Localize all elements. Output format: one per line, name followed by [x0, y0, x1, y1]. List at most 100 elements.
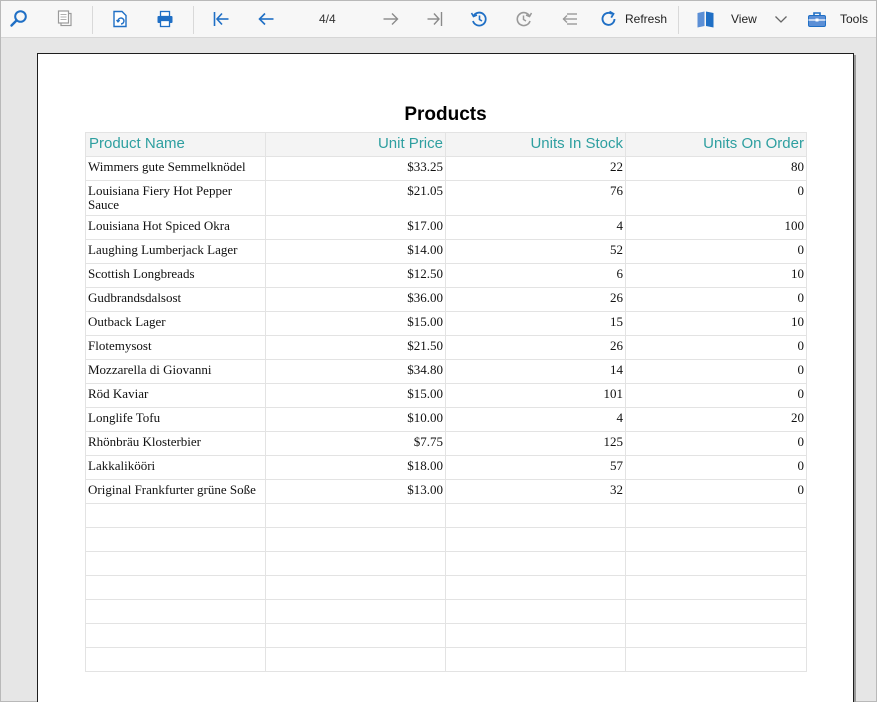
- units-on-order-cell: 0: [625, 455, 807, 480]
- previous-page-icon[interactable]: [252, 1, 280, 37]
- table-row: Louisiana Hot Spiced Okra $17.00 4 100: [85, 215, 807, 240]
- column-header-units-on-order: Units On Order: [625, 132, 807, 157]
- view-icon[interactable]: [692, 1, 720, 37]
- units-on-order-cell: 80: [625, 156, 807, 181]
- print-icon[interactable]: [151, 1, 179, 37]
- unit-price-cell: $34.80: [265, 359, 446, 384]
- unit-price-cell: $7.75: [265, 431, 446, 456]
- last-page-icon[interactable]: [421, 1, 449, 37]
- unit-price-cell: $13.00: [265, 479, 446, 504]
- product-name-cell: Gudbrandsdalsost: [85, 287, 266, 312]
- units-in-stock-cell: 4: [445, 215, 626, 240]
- units-on-order-cell: 20: [625, 407, 807, 432]
- table-row: Mozzarella di Giovanni $34.80 14 0: [85, 359, 807, 384]
- product-name-cell: Rhönbräu Klosterbier: [85, 431, 266, 456]
- empty-cell: [85, 599, 266, 624]
- empty-cell: [265, 623, 446, 648]
- refresh-button[interactable]: Refresh: [625, 1, 667, 37]
- units-in-stock-cell: 26: [445, 287, 626, 312]
- refresh-icon[interactable]: [597, 1, 621, 37]
- table-header-row: Product Name Unit Price Units In Stock U…: [85, 132, 807, 157]
- empty-table-row: [85, 551, 807, 576]
- empty-table-row: [85, 599, 807, 624]
- page-indicator[interactable]: 4/4: [319, 1, 336, 37]
- column-header-unit-price: Unit Price: [265, 132, 446, 157]
- product-name-cell: Louisiana Fiery Hot Pepper Sauce: [85, 180, 266, 216]
- empty-cell: [85, 575, 266, 600]
- table-row: Longlife Tofu $10.00 4 20: [85, 407, 807, 432]
- view-button[interactable]: View: [731, 1, 757, 37]
- empty-cell: [85, 551, 266, 576]
- empty-cell: [85, 503, 266, 528]
- pages-icon[interactable]: [51, 1, 79, 37]
- report-page: Products Product Name Unit Price Units I…: [37, 53, 854, 702]
- search-icon[interactable]: [5, 1, 33, 37]
- empty-table-row: [85, 575, 807, 600]
- units-on-order-cell: 0: [625, 359, 807, 384]
- product-name-cell: Longlife Tofu: [85, 407, 266, 432]
- product-name-cell: Röd Kaviar: [85, 383, 266, 408]
- column-header-units-in-stock: Units In Stock: [445, 132, 626, 157]
- history-forward-icon[interactable]: [510, 1, 538, 37]
- units-in-stock-cell: 76: [445, 180, 626, 216]
- parent-report-icon[interactable]: [556, 1, 584, 37]
- toolbar: 4/4 Refresh View Tools: [1, 1, 876, 38]
- empty-cell: [625, 647, 807, 672]
- table-row: Gudbrandsdalsost $36.00 26 0: [85, 287, 807, 312]
- empty-cell: [265, 599, 446, 624]
- units-on-order-cell: 0: [625, 335, 807, 360]
- unit-price-cell: $15.00: [265, 311, 446, 336]
- unit-price-cell: $12.50: [265, 263, 446, 288]
- units-on-order-cell: 10: [625, 311, 807, 336]
- chevron-down-icon[interactable]: [771, 1, 791, 37]
- units-in-stock-cell: 125: [445, 431, 626, 456]
- unit-price-cell: $17.00: [265, 215, 446, 240]
- products-table: Product Name Unit Price Units In Stock U…: [85, 132, 807, 672]
- units-on-order-cell: 10: [625, 263, 807, 288]
- product-name-cell: Scottish Longbreads: [85, 263, 266, 288]
- table-row: Louisiana Fiery Hot Pepper Sauce $21.05 76…: [85, 180, 807, 216]
- first-page-icon[interactable]: [207, 1, 235, 37]
- units-in-stock-cell: 101: [445, 383, 626, 408]
- units-in-stock-cell: 32: [445, 479, 626, 504]
- column-header-product-name: Product Name: [85, 132, 266, 157]
- empty-cell: [625, 503, 807, 528]
- tools-icon[interactable]: [803, 1, 831, 37]
- units-in-stock-cell: 22: [445, 156, 626, 181]
- unit-price-cell: $33.25: [265, 156, 446, 181]
- units-in-stock-cell: 6: [445, 263, 626, 288]
- unit-price-cell: $21.05: [265, 180, 446, 216]
- table-row: Wimmers gute Semmelknödel $33.25 22 80: [85, 156, 807, 181]
- table-row: Laughing Lumberjack Lager $14.00 52 0: [85, 239, 807, 264]
- history-back-icon[interactable]: [465, 1, 493, 37]
- empty-cell: [625, 599, 807, 624]
- empty-cell: [445, 599, 626, 624]
- table-row: Lakkalikööri $18.00 57 0: [85, 455, 807, 480]
- export-icon[interactable]: [106, 1, 134, 37]
- empty-table-row: [85, 503, 807, 528]
- units-on-order-cell: 100: [625, 215, 807, 240]
- empty-table-row: [85, 527, 807, 552]
- empty-cell: [265, 575, 446, 600]
- unit-price-cell: $18.00: [265, 455, 446, 480]
- empty-cell: [85, 647, 266, 672]
- product-name-cell: Original Frankfurter grüne Soße: [85, 479, 266, 504]
- units-on-order-cell: 0: [625, 239, 807, 264]
- report-viewer[interactable]: Products Product Name Unit Price Units I…: [1, 38, 876, 702]
- empty-cell: [445, 551, 626, 576]
- units-on-order-cell: 0: [625, 180, 807, 216]
- product-name-cell: Mozzarella di Giovanni: [85, 359, 266, 384]
- units-in-stock-cell: 57: [445, 455, 626, 480]
- toolbar-separator: [92, 6, 93, 34]
- toolbar-separator: [193, 6, 194, 34]
- units-on-order-cell: 0: [625, 287, 807, 312]
- units-in-stock-cell: 26: [445, 335, 626, 360]
- tools-button[interactable]: Tools: [840, 1, 868, 37]
- empty-cell: [85, 527, 266, 552]
- empty-cell: [265, 647, 446, 672]
- empty-cell: [445, 623, 626, 648]
- product-name-cell: Laughing Lumberjack Lager: [85, 239, 266, 264]
- unit-price-cell: $15.00: [265, 383, 446, 408]
- next-page-icon[interactable]: [377, 1, 405, 37]
- empty-cell: [265, 503, 446, 528]
